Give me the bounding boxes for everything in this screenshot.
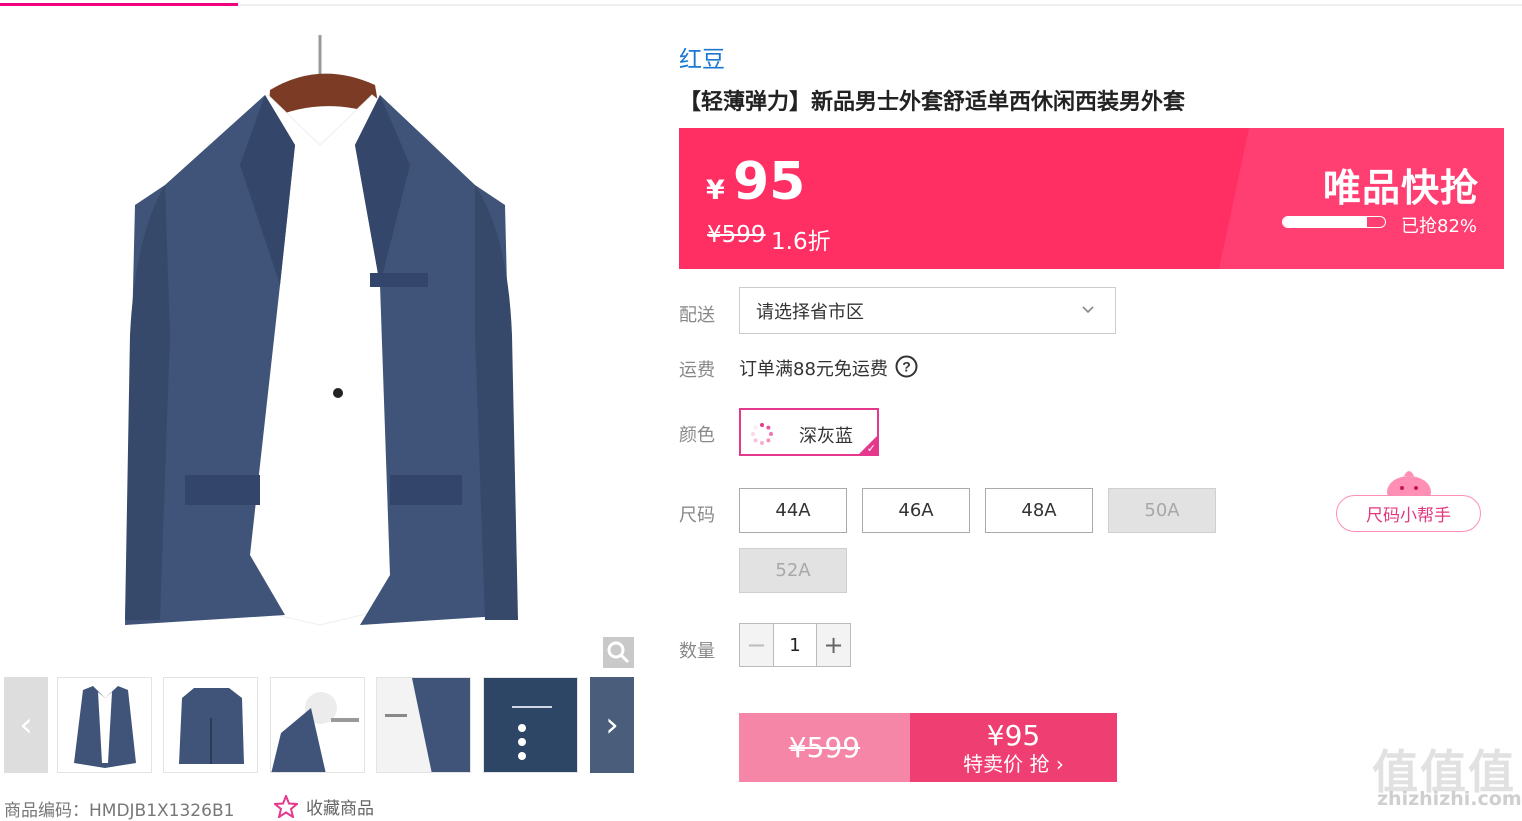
- brand-link[interactable]: 红豆: [679, 40, 725, 74]
- help-icon[interactable]: ?: [895, 355, 918, 382]
- sold-percentage: 已抢82%: [1401, 216, 1478, 237]
- size-helper-button[interactable]: 尺码小帮手: [1336, 495, 1481, 532]
- thumbnail-3[interactable]: [270, 677, 365, 773]
- thumbnail-prev-button[interactable]: ‹: [4, 677, 48, 773]
- quantity-increment-button[interactable]: +: [817, 624, 850, 666]
- size-option-46a[interactable]: 46A: [862, 488, 970, 533]
- chevron-left-icon: ‹: [19, 705, 33, 745]
- product-main-image[interactable]: [90, 35, 540, 645]
- favorite-label: 收藏商品: [306, 799, 374, 819]
- size-option-48a[interactable]: 48A: [985, 488, 1093, 533]
- quantity-input[interactable]: 1: [772, 624, 818, 666]
- product-code: 商品编码：HMDJB1X1326B1: [4, 801, 235, 821]
- color-option-name: 深灰蓝: [799, 426, 853, 447]
- thumbnail-2[interactable]: [163, 677, 258, 773]
- size-label: 尺码: [679, 505, 715, 526]
- buy-now-button[interactable]: ¥599 ¥95 特卖价 抢 ›: [739, 713, 1117, 782]
- size-option-52a: 52A: [739, 548, 847, 593]
- color-label: 颜色: [679, 425, 715, 446]
- thumbnail-1[interactable]: [57, 677, 152, 773]
- discount-label: 1.6折: [771, 229, 831, 255]
- current-price: 95: [733, 152, 806, 212]
- svg-text:?: ?: [902, 359, 911, 375]
- fee-label: 运费: [679, 360, 715, 381]
- watermark-url: zhizhizhi.com: [1377, 788, 1522, 810]
- quantity-decrement-button[interactable]: −: [740, 624, 773, 666]
- product-title: 【轻薄弹力】新品男士外套舒适单西休闲西装男外套: [679, 90, 1186, 115]
- size-option-50a: 50A: [1108, 488, 1216, 533]
- buy-action: ¥95 特卖价 抢 ›: [910, 713, 1117, 782]
- star-icon: [274, 795, 298, 818]
- region-select-placeholder: 请选择省市区: [756, 301, 864, 323]
- flash-sale-title: 唯品快抢: [1323, 166, 1480, 210]
- sold-progress-fill: [1283, 217, 1367, 227]
- size-option-44a[interactable]: 44A: [739, 488, 847, 533]
- thumbnail-4[interactable]: [376, 677, 471, 773]
- region-select[interactable]: 请选择省市区: [739, 287, 1116, 334]
- color-option-selected[interactable]: 深灰蓝 ✓: [739, 408, 879, 456]
- chevron-down-icon: [1082, 306, 1094, 314]
- thumbnail-next-button[interactable]: ›: [590, 677, 634, 773]
- active-tab-indicator: [0, 3, 238, 6]
- shipping-label: 配送: [679, 305, 715, 326]
- checkmark-icon: ✓: [866, 442, 876, 455]
- buy-price: ¥95: [986, 718, 1041, 752]
- currency-symbol: ¥: [706, 175, 725, 206]
- sold-progress-bar: [1282, 216, 1386, 228]
- buy-label: 特卖价 抢 ›: [963, 751, 1064, 776]
- magnifier-icon: [607, 641, 630, 664]
- thumbnail-5[interactable]: [483, 677, 578, 773]
- loading-spinner-icon: [751, 423, 773, 445]
- original-price: ¥599: [707, 222, 766, 248]
- zoom-button[interactable]: [603, 637, 634, 668]
- quantity-label: 数量: [679, 641, 715, 662]
- fee-text: 订单满88元免运费: [739, 359, 888, 380]
- favorite-button[interactable]: 收藏商品: [274, 794, 374, 819]
- chevron-right-icon: ›: [605, 705, 619, 745]
- quantity-stepper: − 1 +: [739, 623, 851, 667]
- buy-original-price: ¥599: [739, 713, 910, 782]
